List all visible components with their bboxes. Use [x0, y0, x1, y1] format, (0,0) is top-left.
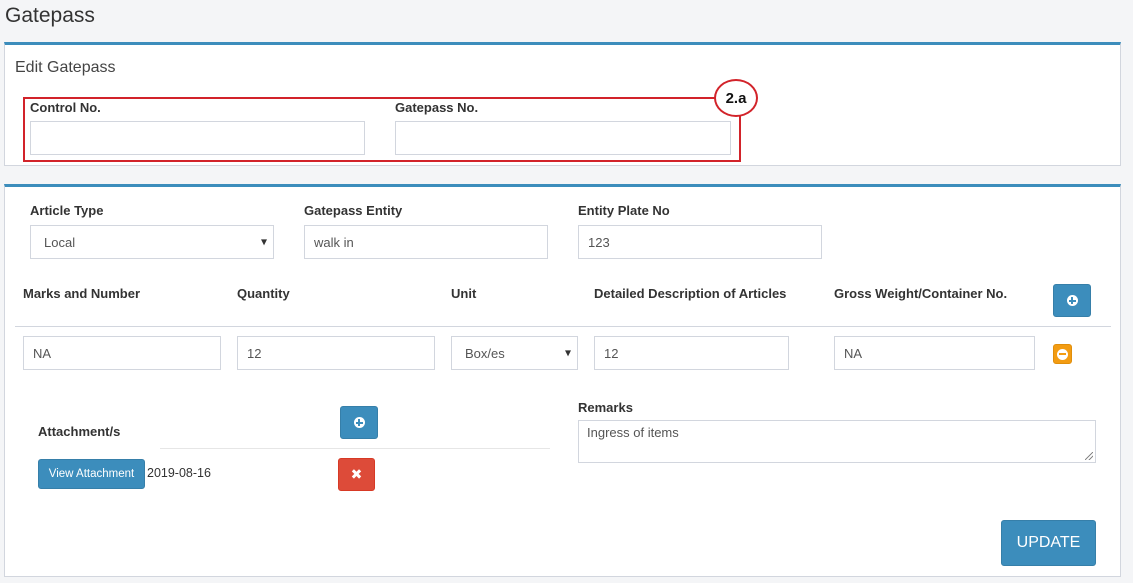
page-title: Gatepass: [5, 4, 95, 27]
article-type-value: Local: [44, 234, 76, 250]
entity-plate-no-input[interactable]: 123: [578, 225, 822, 259]
gross-weight-input[interactable]: NA: [834, 336, 1035, 370]
marks-header: Marks and Number: [23, 286, 141, 301]
quantity-input[interactable]: 12: [237, 336, 435, 370]
marks-input[interactable]: NA: [23, 336, 221, 370]
remarks-label: Remarks: [578, 400, 633, 415]
attachments-divider: [160, 448, 550, 449]
entity-plate-no-label: Entity Plate No: [578, 203, 670, 218]
annotation-callout: 2.a: [714, 79, 758, 117]
article-type-select[interactable]: Local: [30, 225, 274, 259]
plus-circle-icon: [1066, 295, 1078, 306]
attachment-date: 2019-08-16: [147, 466, 211, 480]
edit-gatepass-title: Edit Gatepass: [15, 59, 116, 76]
gatepass-entity-label: Gatepass Entity: [304, 203, 403, 218]
unit-select[interactable]: Box/es: [451, 336, 578, 370]
remarks-text: Ingress of items: [587, 425, 679, 440]
control-no-label: Control No.: [30, 100, 101, 115]
gatepass-no-input[interactable]: [395, 121, 731, 155]
edit-gatepass-panel: Edit Gatepass 2.a Control No. Gatepass N…: [4, 42, 1121, 166]
remarks-textarea[interactable]: Ingress of items: [578, 420, 1096, 463]
article-type-label: Article Type: [30, 203, 104, 218]
minus-circle-icon: [1057, 348, 1068, 360]
resize-grip-icon[interactable]: [1085, 452, 1093, 460]
gatepass-entity-input[interactable]: walk in: [304, 225, 548, 259]
description-input[interactable]: 12: [594, 336, 789, 370]
add-attachment-button[interactable]: [340, 406, 378, 439]
gatepass-no-label: Gatepass No.: [395, 100, 479, 115]
update-button[interactable]: UPDATE: [1001, 520, 1096, 566]
gatepass-details-panel: Article Type Local Gatepass Entity walk …: [4, 184, 1121, 577]
attachments-label: Attachment/s: [38, 424, 121, 439]
remove-item-button[interactable]: [1053, 344, 1072, 364]
delete-attachment-button[interactable]: ✖: [338, 458, 375, 491]
control-no-input[interactable]: [30, 121, 365, 155]
plus-circle-icon: [353, 417, 365, 428]
gross-weight-header: Gross Weight/Container No.: [834, 286, 1008, 301]
table-divider: [15, 326, 1111, 327]
quantity-header: Quantity: [237, 286, 290, 301]
add-item-button[interactable]: [1053, 284, 1091, 317]
unit-header: Unit: [451, 286, 477, 301]
unit-value: Box/es: [465, 345, 505, 361]
times-icon: ✖: [350, 466, 363, 482]
view-attachment-button[interactable]: View Attachment: [38, 459, 145, 489]
description-header: Detailed Description of Articles: [594, 286, 787, 301]
